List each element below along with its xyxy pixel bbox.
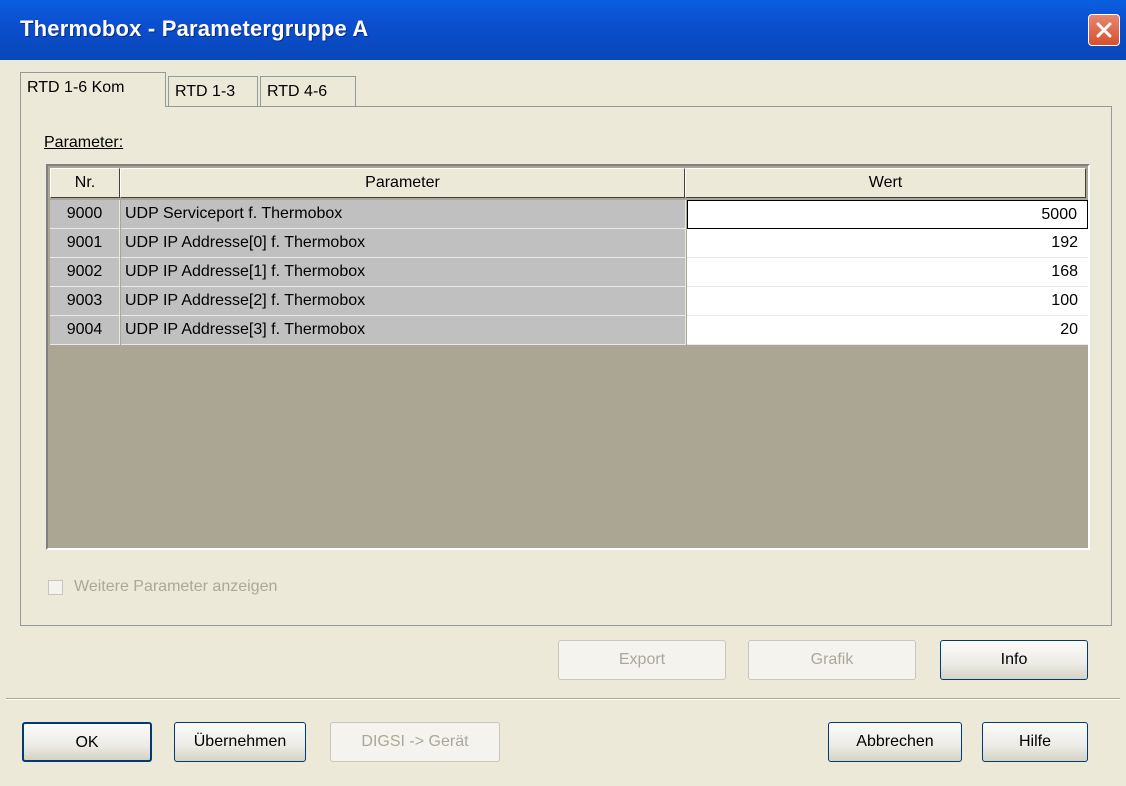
tab-rtd-1-3[interactable]: RTD 1-3 [168,76,258,106]
column-header-parameter[interactable]: Parameter [120,168,685,198]
row-parameter: UDP IP Addresse[2] f. Thermobox [121,287,686,316]
row-parameter: UDP IP Addresse[0] f. Thermobox [121,229,686,258]
row-value[interactable]: 192 [687,229,1088,258]
row-parameter: UDP Serviceport f. Thermobox [121,200,686,229]
tab-rtd-4-6[interactable]: RTD 4-6 [260,76,356,106]
export-button[interactable]: Export [558,640,726,680]
close-button[interactable] [1088,14,1120,46]
window-title: Thermobox - Parametergruppe A [20,16,369,41]
column-header-nr[interactable]: Nr. [50,168,120,198]
row-nr: 9001 [50,229,120,258]
table-row[interactable]: 9000 UDP Serviceport f. Thermobox 5000 [50,200,1088,229]
tab-rtd-1-6-kom[interactable]: RTD 1-6 Kom [20,72,166,107]
row-nr: 9003 [50,287,120,316]
title-bar[interactable]: Thermobox - Parametergruppe A [0,0,1126,60]
column-header-wert[interactable]: Wert [685,168,1086,198]
row-parameter: UDP IP Addresse[1] f. Thermobox [121,258,686,287]
abbrechen-button[interactable]: Abbrechen [828,722,962,762]
row-parameter: UDP IP Addresse[3] f. Thermobox [121,316,686,345]
row-value[interactable]: 20 [687,316,1088,345]
table-row[interactable]: 9002 UDP IP Addresse[1] f. Thermobox 168 [50,258,1088,287]
row-value[interactable]: 5000 [687,200,1088,229]
row-nr: 9004 [50,316,120,345]
info-button[interactable]: Info [940,640,1088,680]
row-value[interactable]: 100 [687,287,1088,316]
uebernehmen-button[interactable]: Übernehmen [174,722,306,762]
parameter-label-text: Parameter: [44,134,124,151]
table-row[interactable]: 9003 UDP IP Addresse[2] f. Thermobox 100 [50,287,1088,316]
show-more-parameters-label: Weitere Parameter anzeigen [74,578,278,595]
grafik-button[interactable]: Grafik [748,640,916,680]
row-value[interactable]: 168 [687,258,1088,287]
parameter-grid[interactable]: Nr. Parameter Wert 9000 UDP Serviceport … [46,164,1090,550]
close-icon [1096,22,1112,38]
row-nr: 9002 [50,258,120,287]
row-nr: 9000 [50,200,120,229]
table-row[interactable]: 9001 UDP IP Addresse[0] f. Thermobox 192 [50,229,1088,258]
checkbox-icon[interactable] [48,580,63,595]
ok-button[interactable]: OK [22,722,152,762]
parameter-label: Parameter: [44,134,123,152]
table-row[interactable]: 9004 UDP IP Addresse[3] f. Thermobox 20 [50,316,1088,345]
hilfe-button[interactable]: Hilfe [982,722,1088,762]
digsi-geraet-button[interactable]: DIGSI -> Gerät [330,722,500,762]
button-separator [6,698,1120,700]
